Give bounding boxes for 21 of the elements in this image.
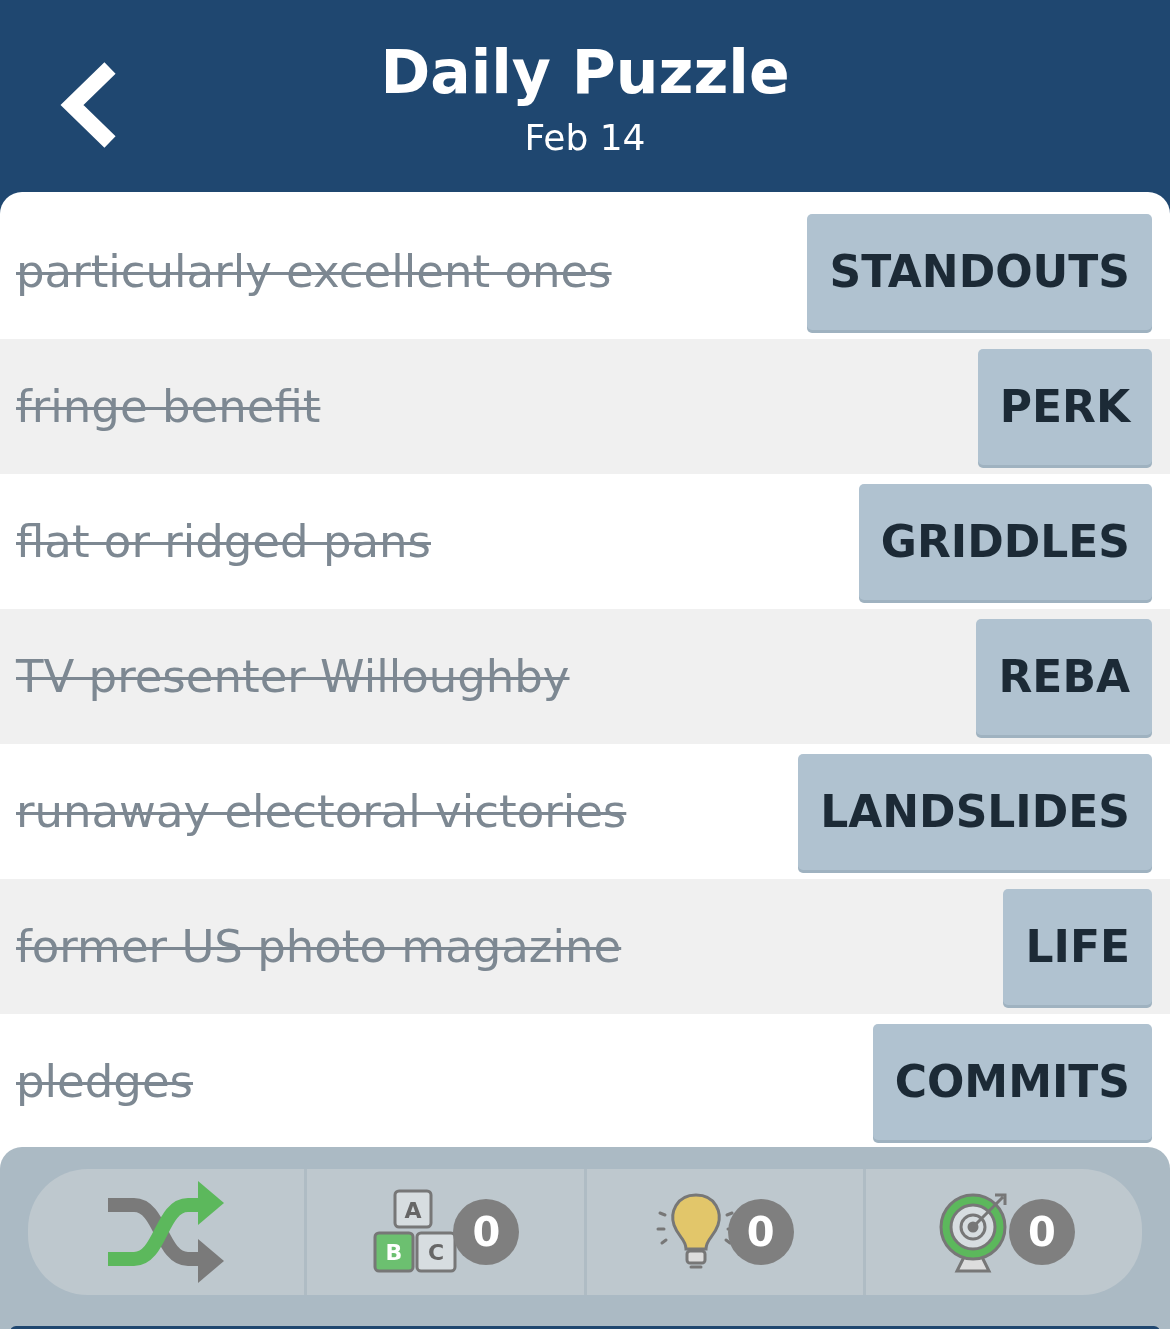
clue-text: particularly excellent ones — [16, 243, 612, 300]
answer-tile[interactable]: STANDOUTS — [807, 213, 1152, 330]
answer-tile[interactable]: REBA — [976, 618, 1152, 735]
tool-button[interactable]: A B C 0 — [371, 1189, 520, 1275]
clue-text: runaway electoral victories — [16, 783, 627, 840]
clue-text: former US photo magazine — [16, 918, 622, 975]
answer-tile[interactable]: PERK — [977, 348, 1152, 465]
clue-text: flat or ridged pans — [16, 513, 431, 570]
answer-tile[interactable]: LIFE — [1003, 888, 1152, 1005]
clue-text: fringe benefit — [16, 378, 321, 435]
clue-text: pledges — [16, 1053, 193, 1110]
tool-button[interactable]: 0 — [655, 1187, 794, 1277]
answer-tile[interactable]: COMMITS — [872, 1023, 1152, 1140]
answer-tile[interactable]: GRIDDLES — [858, 483, 1152, 600]
clue-text: TV presenter Willoughby — [16, 648, 570, 705]
puzzle-date: Feb 14 — [523, 120, 647, 156]
answer-tile[interactable]: LANDSLIDES — [798, 753, 1152, 870]
count-badge: 0 — [1008, 1199, 1075, 1265]
tool-button[interactable]: 0 — [932, 1187, 1075, 1277]
count-badge: 0 — [453, 1199, 520, 1265]
count-badge: 0 — [727, 1199, 794, 1265]
